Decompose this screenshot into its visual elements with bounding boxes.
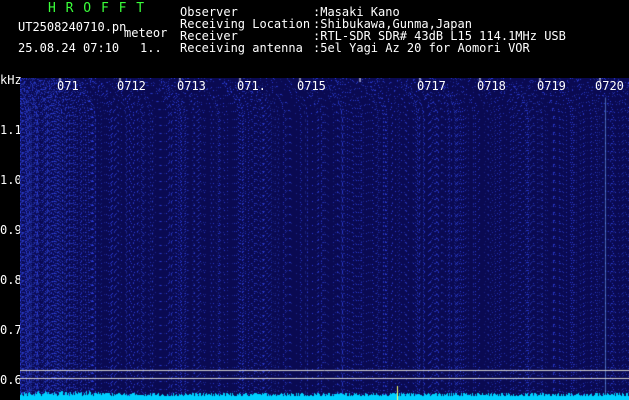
x-tick-label: 0715: [297, 79, 326, 93]
antenna-label: Receiving antenna: [180, 41, 303, 55]
y-tick-label: 1.1: [0, 123, 22, 137]
y-tick-label: 0.9: [0, 223, 22, 237]
app-title: H R O F F T: [48, 1, 146, 16]
y-tick-label: 0.6: [0, 373, 22, 387]
x-tick-label: 0719: [537, 79, 566, 93]
hrofft-window: H R O F F T UT2508240710.pn meteor 25.08…: [0, 0, 629, 400]
meteor-tag: meteor: [124, 26, 168, 40]
detection-count: 1..: [140, 41, 162, 55]
y-unit-label: kHz: [0, 73, 22, 87]
spectrogram-canvas: [20, 78, 629, 400]
y-tick-label: 1.0: [0, 173, 22, 187]
x-tick-label: 0717: [417, 79, 446, 93]
antenna-value: :5el Yagi Az 20 for Aomori VOR: [313, 41, 530, 55]
file-timestamp: 25.08.24 07:10: [18, 41, 120, 55]
y-tick-label: 0.8: [0, 273, 22, 287]
x-tick-label: 0720: [595, 79, 624, 93]
x-tick-label: 071.: [237, 79, 266, 93]
x-tick-label: 071: [57, 79, 79, 93]
x-tick-label: 0713: [177, 79, 206, 93]
y-tick-label: 0.7: [0, 323, 22, 337]
file-name: UT2508240710.pn: [18, 20, 127, 34]
x-tick-label: 0712: [117, 79, 146, 93]
x-tick-label: 0718: [477, 79, 506, 93]
